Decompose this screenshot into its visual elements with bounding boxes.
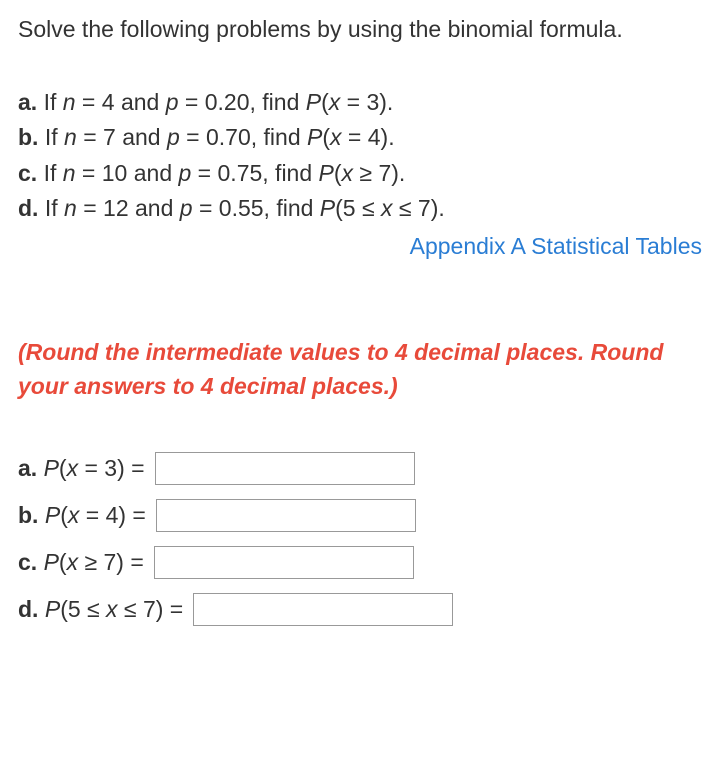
problem-d: d. If n = 12 and p = 0.55, find P(5 ≤ x … [18,191,702,227]
problems-list: a. If n = 4 and p = 0.20, find P(x = 3).… [18,85,702,265]
answer-row-d: d. P(5 ≤ x ≤ 7) = [18,593,702,626]
answer-row-c: c. P(x ≥ 7) = [18,546,702,579]
answer-label-d: d. P(5 ≤ x ≤ 7) = [18,596,183,623]
problem-c: c. If n = 10 and p = 0.75, find P(x ≥ 7)… [18,156,702,192]
answer-input-b[interactable] [156,499,416,532]
answer-input-a[interactable] [155,452,415,485]
answer-input-d[interactable] [193,593,453,626]
answer-row-a: a. P(x = 3) = [18,452,702,485]
answer-label-a: a. P(x = 3) = [18,455,145,482]
appendix-link[interactable]: Appendix A Statistical Tables [410,233,702,259]
rounding-instructions: (Round the intermediate values to 4 deci… [18,335,702,404]
problem-a: a. If n = 4 and p = 0.20, find P(x = 3). [18,85,702,121]
answer-label-b: b. P(x = 4) = [18,502,146,529]
answers-section: a. P(x = 3) = b. P(x = 4) = c. P(x ≥ 7) … [18,452,702,626]
appendix-link-wrapper: Appendix A Statistical Tables [18,229,702,265]
problem-b: b. If n = 7 and p = 0.70, find P(x = 4). [18,120,702,156]
answer-row-b: b. P(x = 4) = [18,499,702,532]
answer-input-c[interactable] [154,546,414,579]
intro-text: Solve the following problems by using th… [18,12,702,47]
answer-label-c: c. P(x ≥ 7) = [18,549,144,576]
